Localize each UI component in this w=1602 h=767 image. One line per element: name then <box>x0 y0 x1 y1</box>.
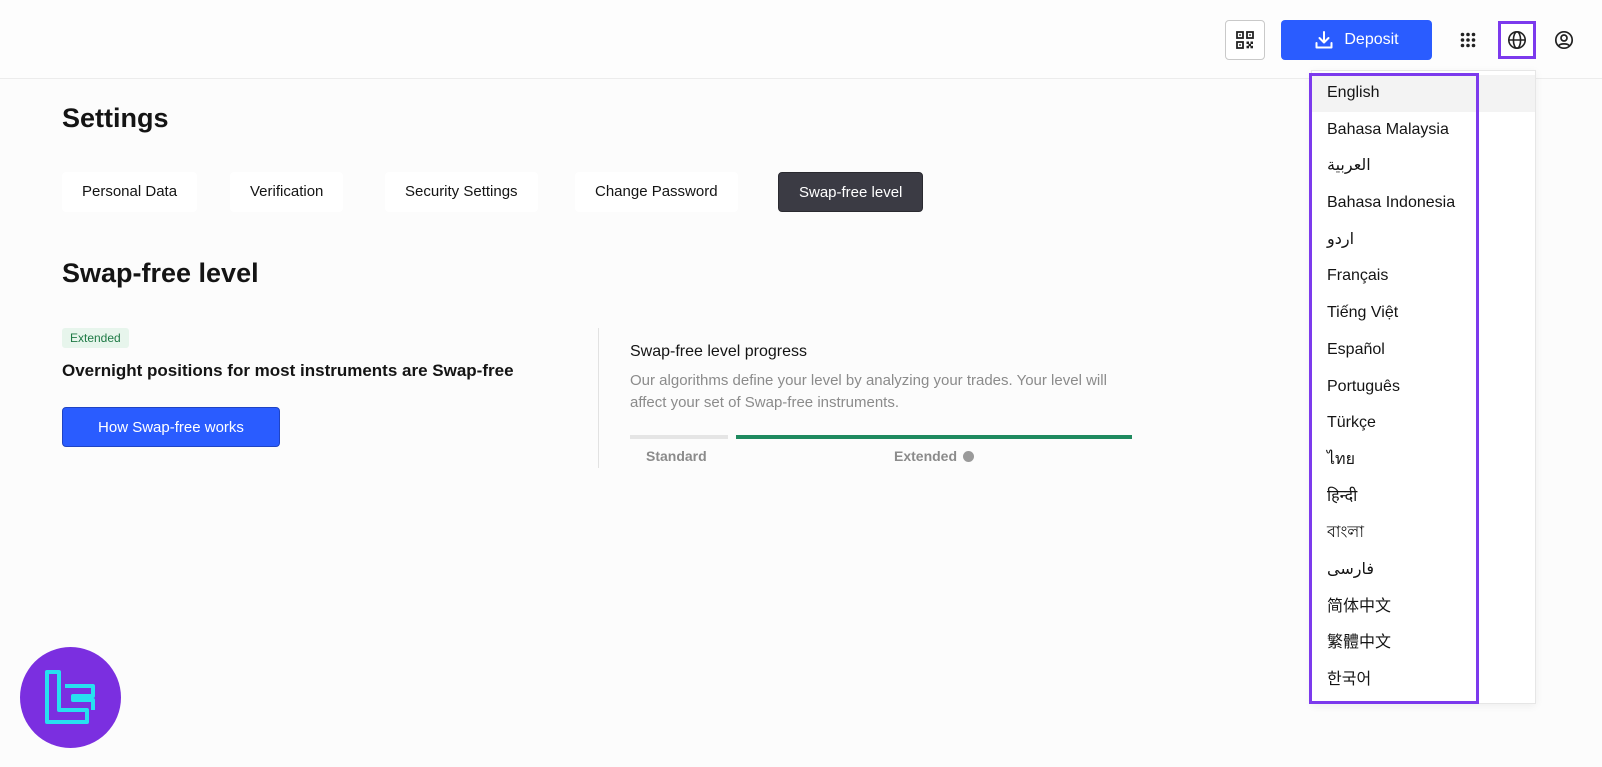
level-description: Overnight positions for most instruments… <box>62 361 514 380</box>
tab-verification[interactable]: Verification <box>230 172 344 212</box>
language-option[interactable]: 繁體中文 <box>1312 625 1535 662</box>
language-option[interactable]: فارسی <box>1312 552 1535 589</box>
language-option[interactable]: ไทย <box>1312 442 1535 479</box>
qr-code-icon <box>1236 31 1254 49</box>
language-option[interactable]: Português <box>1312 369 1535 406</box>
progress-bar-standard <box>630 435 728 439</box>
tab-swap-free-level[interactable]: Swap-free level <box>778 172 924 212</box>
language-dropdown: English Bahasa Malaysia العربية Bahasa Indo… <box>1311 70 1536 704</box>
language-option[interactable]: English <box>1312 75 1535 112</box>
section-title: Swap-free level <box>62 258 259 288</box>
language-option[interactable]: Français <box>1312 258 1535 295</box>
progress-description: Our algorithms define your level by anal… <box>630 372 1107 411</box>
language-option[interactable]: Español <box>1312 332 1535 369</box>
user-profile-button[interactable] <box>1550 26 1578 54</box>
level-label-standard: Standard <box>646 448 707 464</box>
language-option[interactable]: Tiếng Việt <box>1312 295 1535 332</box>
brand-logo-icon <box>44 669 95 724</box>
vertical-divider <box>598 328 599 468</box>
current-level-dot-icon <box>963 450 975 462</box>
language-option[interactable]: Bahasa Indonesia <box>1312 185 1535 222</box>
progress-title: Swap-free level progress <box>630 343 807 360</box>
grid-icon <box>1460 32 1476 48</box>
language-option[interactable]: 简体中文 <box>1312 589 1535 626</box>
brand-logo <box>20 647 121 748</box>
language-option[interactable]: اردو <box>1312 222 1535 259</box>
progress-bar-extended <box>736 435 1132 439</box>
level-label-extended: Extended <box>894 448 958 464</box>
deposit-label: Deposit <box>1344 31 1399 48</box>
language-button[interactable] <box>1498 21 1536 59</box>
tab-personal-data[interactable]: Personal Data <box>62 172 198 212</box>
language-option[interactable]: Türkçe <box>1312 405 1535 442</box>
language-option[interactable]: 한국어 <box>1312 662 1535 699</box>
language-option[interactable]: العربية <box>1312 148 1535 185</box>
language-option[interactable]: हिन्दी <box>1312 479 1535 516</box>
top-header: Deposit <box>0 0 1602 79</box>
qr-code-button[interactable] <box>1225 20 1265 60</box>
level-label-extended-wrap: Extended <box>894 448 975 464</box>
tab-change-password[interactable]: Change Password <box>575 172 738 212</box>
language-option[interactable]: বাংলা <box>1312 515 1535 552</box>
page-title: Settings <box>62 103 169 133</box>
user-circle-icon <box>1554 30 1574 50</box>
deposit-button[interactable]: Deposit <box>1281 20 1432 60</box>
language-list: English Bahasa Malaysia العربية Bahasa Indo… <box>1312 75 1535 699</box>
level-badge: Extended <box>62 328 129 348</box>
download-icon <box>1315 31 1333 49</box>
globe-icon <box>1508 31 1526 49</box>
tab-security-settings[interactable]: Security Settings <box>385 172 538 212</box>
how-swap-free-works-button[interactable]: How Swap-free works <box>62 407 280 447</box>
language-option[interactable]: Bahasa Malaysia <box>1312 112 1535 149</box>
apps-menu-button[interactable] <box>1454 26 1482 54</box>
